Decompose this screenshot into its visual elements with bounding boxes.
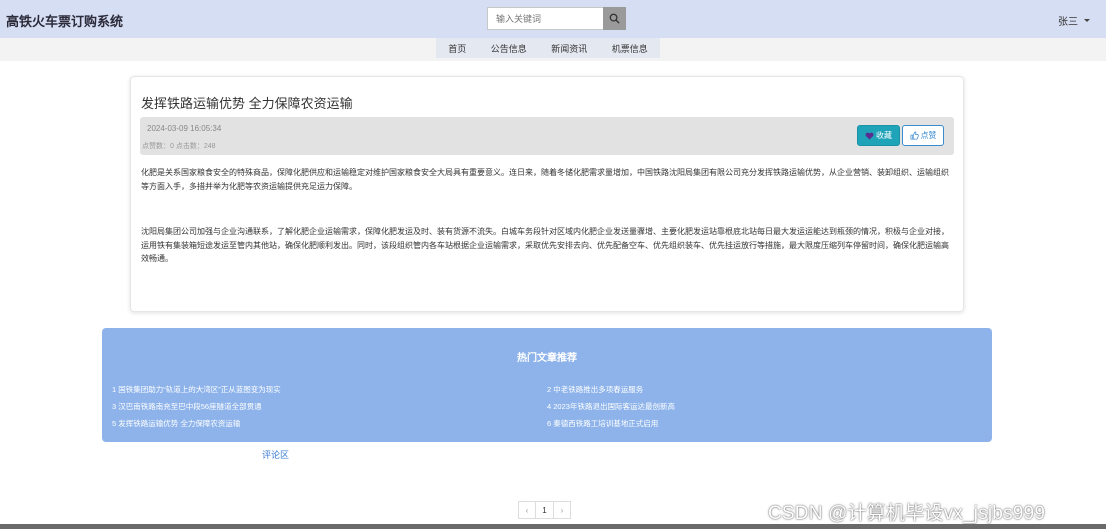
hot-article-link[interactable]: 4 2023年铁路退出国际客运达最创新高 [547,401,675,418]
hot-articles-title: 热门文章推荐 [517,353,577,364]
nav-item-news[interactable]: 新闻资讯 [551,42,587,55]
article-counts: 点赞数：0 点击数：248 [142,143,216,150]
hot-list-right: 2 中老铁路推出多项春运服务 4 2023年铁路退出国际客运达最创新高 6 秦德… [547,384,675,435]
article-title: 发挥铁路运输优势 全力保障农资运输 [141,96,353,111]
top-bar: 高铁火车票订购系统 张三 [0,0,1106,38]
site-brand[interactable]: 高铁火车票订购系统 [6,11,123,30]
hot-articles-panel: 热门文章推荐 1 国铁集团助力“轨道上的大湾区”正从蓝图变为现实 3 汉巴南铁路… [102,328,992,442]
article-card: 发挥铁路运输优势 全力保障农资运输 2024-03-09 16:05:34 点赞… [130,76,964,312]
watermark: CSDN @计算机毕设vx_jsjbs999 [768,503,1046,524]
article-date: 2024-03-09 16:05:34 [147,124,222,133]
nav-item-notices[interactable]: 公告信息 [491,42,527,55]
hot-list-left: 1 国铁集团助力“轨道上的大湾区”正从蓝图变为现实 3 汉巴南铁路南充至巴中段5… [112,384,281,435]
page-number-current[interactable]: 1 [535,501,554,519]
search-icon [609,13,620,24]
article-meta-bar: 2024-03-09 16:05:34 点赞数：0 点击数：248 收藏 点赞 [140,117,954,155]
search-box [487,7,626,30]
hot-article-link[interactable]: 5 发挥铁路运输优势 全力保障农资运输 [112,418,281,435]
hot-article-link[interactable]: 2 中老铁路推出多项春运服务 [547,384,675,401]
nav-item-home[interactable]: 首页 [448,42,466,55]
user-menu[interactable]: 张三 [1058,13,1090,28]
hot-article-link[interactable]: 3 汉巴南铁路南充至巴中段56座隧道全部贯通 [112,401,281,418]
collect-button[interactable]: 收藏 [857,125,900,146]
pagination: ‹ 1 › [518,501,571,519]
hot-article-link[interactable]: 6 秦德西铁路工培训基地正式启用 [547,418,675,435]
article-paragraph: 化肥是关系国家粮食安全的特殊商品，保障化肥供应和运输稳定对维护国家粮食安全大局具… [141,168,949,191]
next-page-button[interactable]: › [553,501,571,519]
nav-menu: 首页 公告信息 新闻资讯 机票信息 [436,38,660,58]
like-label: 点赞 [920,131,937,140]
search-button[interactable] [603,7,626,30]
collect-label: 收藏 [876,131,892,140]
thumbs-up-icon [910,131,919,140]
nav-bar: 首页 公告信息 新闻资讯 机票信息 [0,38,1106,61]
hot-article-link[interactable]: 1 国铁集团助力“轨道上的大湾区”正从蓝图变为现实 [112,384,281,401]
user-name: 张三 [1058,17,1078,28]
article-paragraph: 沈阳局集团公司加强与企业沟通联系，了解化肥企业运输需求，保障化肥发运及时、装有货… [141,227,949,263]
comment-section-link[interactable]: 评论区 [262,448,289,461]
prev-page-button[interactable]: ‹ [518,501,536,519]
bottom-scrollbar [0,524,1106,529]
nav-item-tickets[interactable]: 机票信息 [612,42,648,55]
heart-icon [865,132,874,140]
caret-down-icon [1084,19,1090,22]
like-button[interactable]: 点赞 [902,125,944,146]
search-input[interactable] [487,7,603,30]
